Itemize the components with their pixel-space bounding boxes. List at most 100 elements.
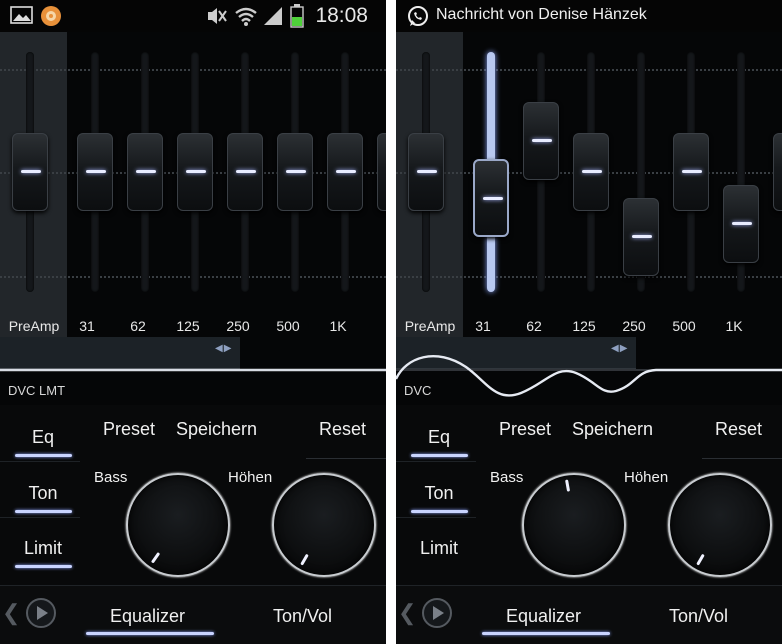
mute-icon [208,8,227,24]
limit-active-indicator [15,565,72,568]
slider-handle[interactable] [227,133,263,211]
ton-active-indicator [411,510,468,513]
preamp-slider[interactable] [12,52,48,292]
band-slider[interactable] [227,52,263,292]
slider-handle[interactable] [327,133,363,211]
slider-handle-marker [632,235,652,238]
reset-button[interactable]: Reset [715,419,762,440]
slider-handle[interactable] [377,133,386,211]
band-slider-partial[interactable] [773,52,782,292]
eq-active-indicator [15,454,72,457]
bass-label: Bass [490,469,524,486]
slider-handle-marker [236,170,256,173]
preset-button[interactable]: Preset [103,419,155,440]
scroll-left-icon[interactable]: ❮ [398,600,416,626]
play-icon [433,606,444,620]
music-app-icon [41,6,61,26]
slider-handle-marker [186,170,206,173]
slider-handle[interactable] [723,185,759,263]
band-slider[interactable] [573,52,609,292]
slider-handle-marker [682,170,702,173]
band-slider[interactable] [177,52,213,292]
slider-handle-marker [532,139,552,142]
slider-handle[interactable] [177,133,213,211]
tab-equalizer[interactable]: Equalizer [110,606,185,627]
slider-handle[interactable] [773,133,782,211]
equalizer-screen-right: Nachricht von Denise Hänzek PreAmp 31 62 12… [396,0,782,644]
slider-handle[interactable] [77,133,113,211]
eq-curve[interactable]: ◀▶ DVC LMT [0,337,386,405]
band-slider[interactable] [127,52,163,292]
bass-dial[interactable] [126,473,230,577]
bass-dial[interactable] [522,473,626,577]
tab-equalizer-indicator [86,632,214,635]
slider-handle-marker [732,222,752,225]
slider-handle[interactable] [473,159,509,237]
band-slider[interactable] [523,52,559,292]
slider-handle[interactable] [523,102,559,180]
dial-pointer [696,553,705,566]
bottom-tab-bar: ❮ Equalizer Ton/Vol [396,585,782,644]
limit-button-label: Limit [419,538,458,558]
signal-icon [264,7,282,25]
divider [396,461,476,462]
play-button[interactable] [422,598,452,628]
limit-button[interactable]: Limit [8,526,78,570]
limit-button[interactable]: Limit [404,526,474,570]
play-icon [37,606,48,620]
slider-handle[interactable] [673,133,709,211]
band-slider[interactable] [723,52,759,292]
divider [0,461,80,462]
slider-handle[interactable] [408,133,444,211]
curve-line [396,355,782,397]
slider-handle[interactable] [12,133,48,211]
ton-button[interactable]: Ton [404,471,474,515]
treble-dial[interactable] [272,473,376,577]
eq-sliders: PreAmp 31 62 125 250 500 1K [0,32,386,337]
tab-equalizer[interactable]: Equalizer [506,606,581,627]
dial-pointer [300,553,309,566]
slider-handle[interactable] [623,198,659,276]
save-button[interactable]: Speichern [572,419,653,440]
preamp-slider[interactable] [408,52,444,292]
clock: 18:08 [315,4,368,27]
scroll-left-icon[interactable]: ❮ [2,600,20,626]
battery-icon [290,4,304,28]
treble-dial[interactable] [668,473,772,577]
dial-pointer [150,551,161,564]
band-slider[interactable] [327,52,363,292]
limit-button-label: Limit [23,538,62,558]
eq-button[interactable]: Eq [404,415,474,459]
band-slider[interactable] [673,52,709,292]
band-slider[interactable] [473,52,509,292]
eq-button[interactable]: Eq [8,415,78,459]
curve-label: DVC [404,383,432,398]
slider-handle-marker [21,170,41,173]
eq-button-label: Eq [31,427,55,447]
ton-active-indicator [15,510,72,513]
controls-panel: Eq Ton Limit Preset Speichern Reset Bass… [396,405,782,585]
slider-handle[interactable] [277,133,313,211]
bass-label: Bass [94,469,128,486]
controls-panel: Eq Ton Limit Preset Speichern Reset Bass… [0,405,386,585]
eq-sliders: PreAmp 31 62 125 250 500 1K [396,32,782,337]
eq-curve[interactable]: ◀▶ DVC [396,337,782,405]
tab-ton-vol[interactable]: Ton/Vol [273,606,332,627]
slider-handle-marker [417,170,437,173]
ton-button[interactable]: Ton [8,471,78,515]
band-slider-partial[interactable] [377,52,386,292]
reset-button[interactable]: Reset [319,419,366,440]
slider-handle[interactable] [127,133,163,211]
band-slider[interactable] [623,52,659,292]
ton-button-label: Ton [28,483,58,503]
slider-handle[interactable] [573,133,609,211]
tab-ton-vol[interactable]: Ton/Vol [669,606,728,627]
divider [306,458,386,459]
preset-button[interactable]: Preset [499,419,551,440]
band-slider[interactable] [77,52,113,292]
band-slider[interactable] [277,52,313,292]
equalizer-screen-left: 18:08 PreAmp 31 62 125 250 500 1K ◀▶ DVC LMT E… [0,0,386,644]
dial-pointer [565,479,571,492]
save-button[interactable]: Speichern [176,419,257,440]
play-button[interactable] [26,598,56,628]
